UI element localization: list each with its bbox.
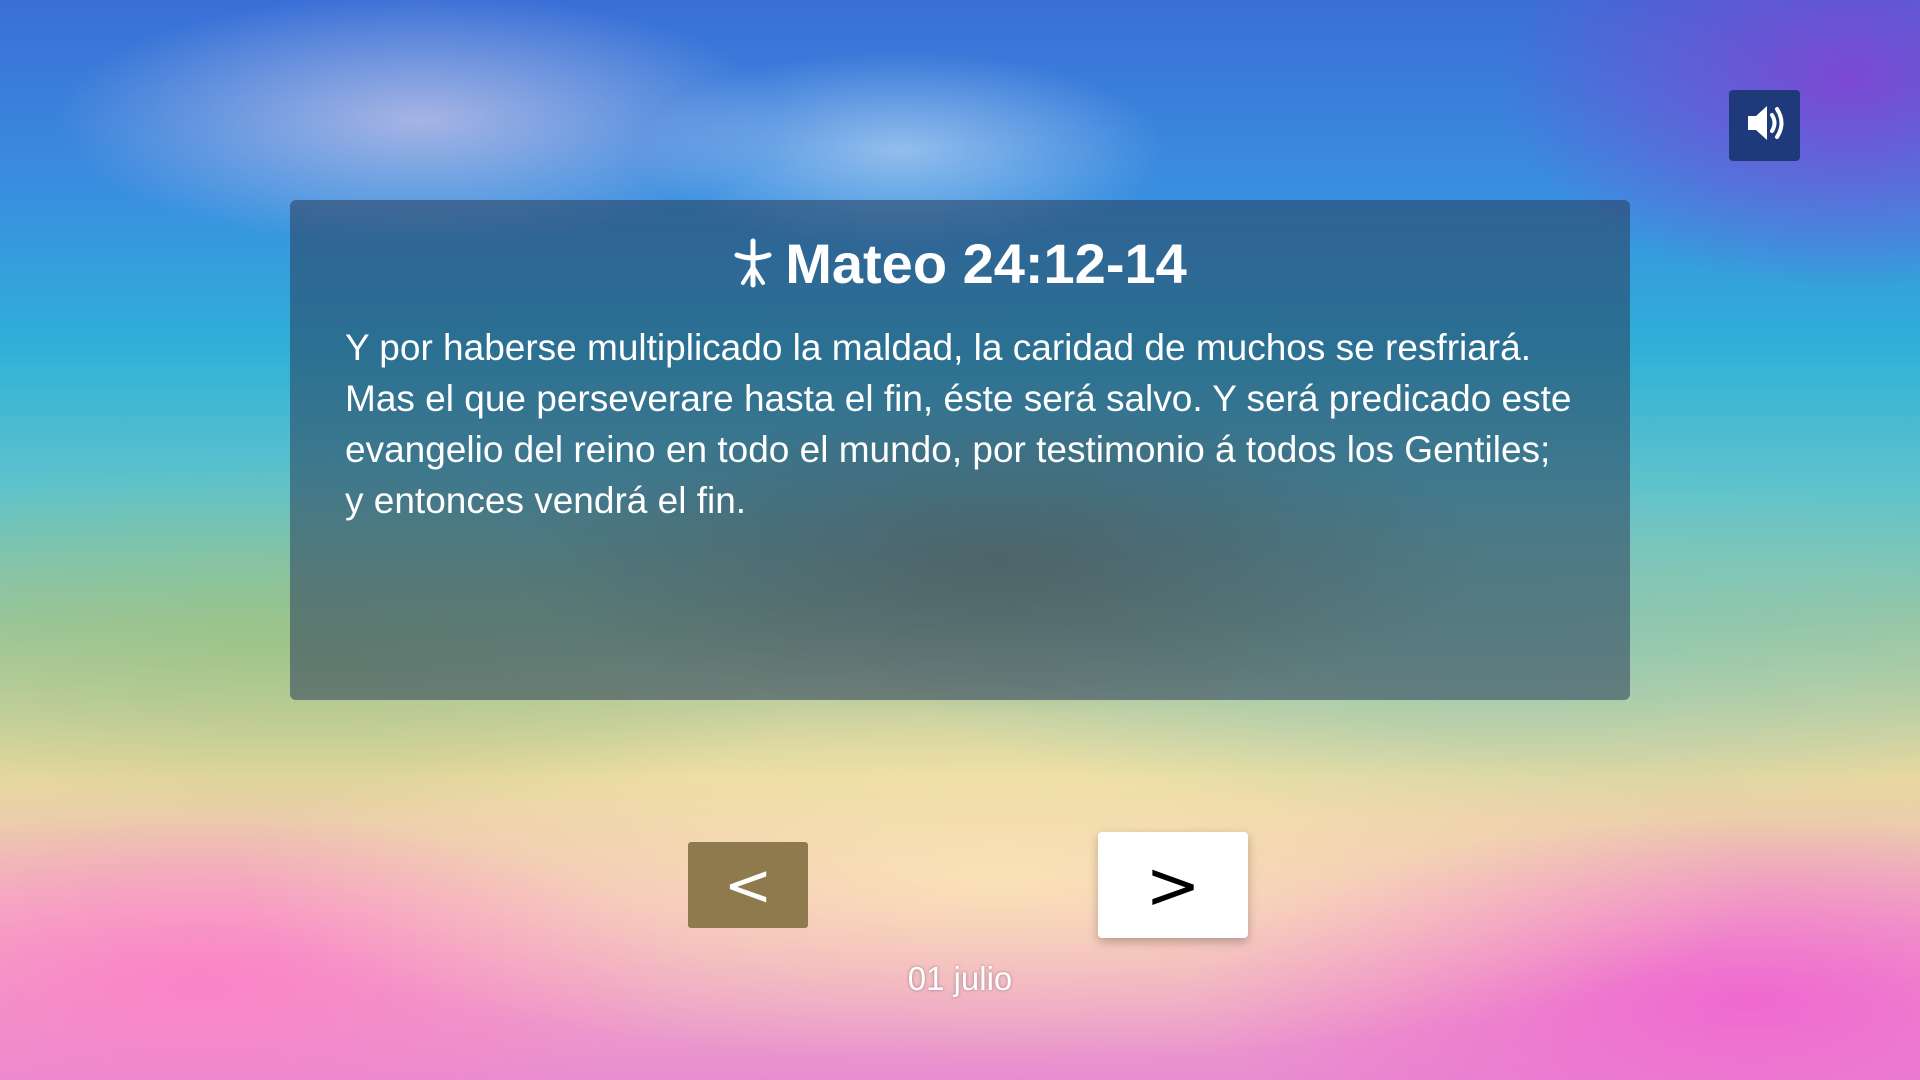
speaker-volume-icon (1742, 100, 1788, 151)
date-label: 01 julio (907, 960, 1013, 997)
chevron-right-icon: > (1145, 846, 1201, 924)
cross-icon (733, 237, 773, 289)
verse-text: Y por haberse multiplicado la maldad, la… (345, 327, 1572, 521)
verse-panel: Mateo 24:12-14 Y por haberse multiplicad… (290, 200, 1630, 700)
verse-title-row: Mateo 24:12-14 (345, 228, 1575, 298)
verse-reference: Mateo 24:12-14 (785, 231, 1187, 295)
sound-button[interactable] (1729, 90, 1800, 161)
chevron-left-icon: < (723, 851, 773, 919)
next-button[interactable]: > (1098, 832, 1248, 938)
previous-button[interactable]: < (688, 842, 808, 928)
